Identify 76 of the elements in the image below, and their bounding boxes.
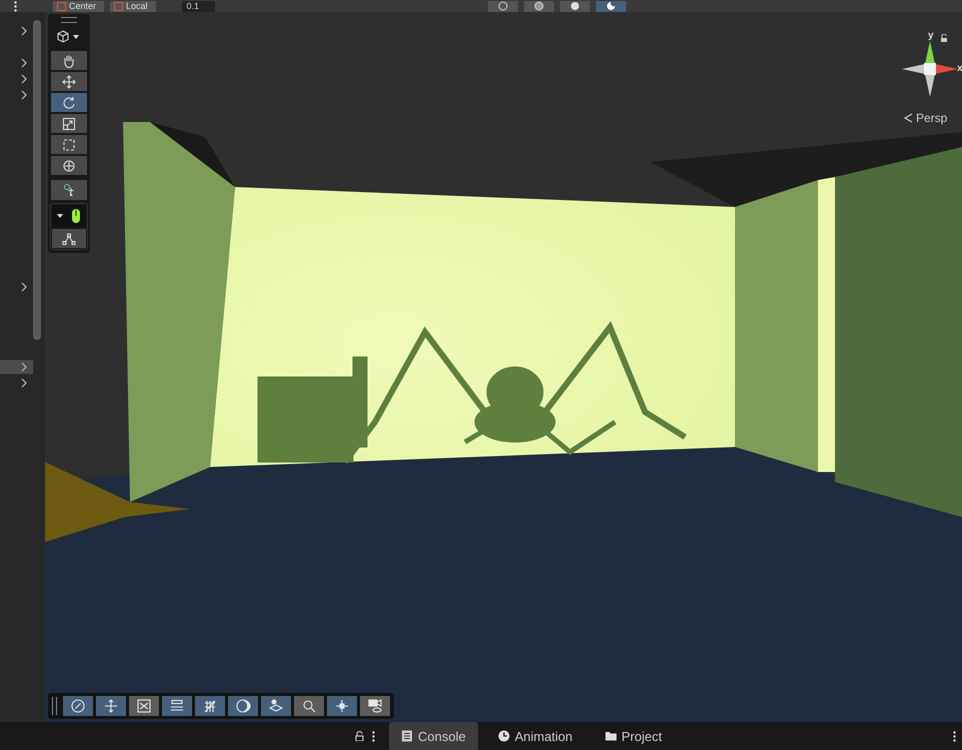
crescent-icon — [606, 1, 616, 11]
chevron-icon[interactable] — [20, 362, 28, 372]
chevron-icon[interactable] — [20, 90, 28, 100]
move-arrows-icon — [103, 699, 119, 713]
lock-icon[interactable] — [940, 34, 948, 42]
hand-tool-button[interactable] — [51, 51, 87, 70]
projection-label[interactable]: Persp — [916, 111, 948, 125]
cube-icon[interactable] — [57, 30, 81, 44]
hierarchy-row[interactable] — [0, 360, 33, 374]
y-axis-label: y — [928, 30, 934, 41]
scale-toggle-button[interactable] — [129, 696, 159, 716]
search-toggle-button[interactable] — [294, 696, 324, 716]
more-icon[interactable] — [953, 730, 956, 742]
moon-icon — [235, 699, 251, 713]
pivot-rotation-button[interactable]: Local — [110, 0, 156, 12]
move-toggle-button[interactable] — [96, 696, 126, 716]
path-tool-button[interactable] — [52, 229, 86, 248]
crosshair-icon — [62, 158, 76, 172]
transform-tool-button[interactable] — [51, 156, 87, 175]
shading-mode-button[interactable] — [596, 0, 626, 12]
move-arrows-icon — [62, 74, 76, 88]
layers-toggle-button[interactable] — [261, 696, 291, 716]
mouse-icon — [55, 208, 83, 224]
shading-mode-button[interactable] — [524, 0, 554, 12]
custom-tool-button[interactable] — [51, 180, 87, 200]
chevron-icon[interactable] — [20, 378, 28, 388]
shading-mode-button[interactable] — [560, 0, 590, 12]
rect-tool-button[interactable] — [51, 135, 87, 154]
rect-icon — [62, 138, 76, 152]
more-icon[interactable] — [372, 730, 375, 742]
scale-icon — [62, 116, 76, 130]
lock-icon[interactable] — [355, 731, 364, 741]
snap-field[interactable]: 0.1 — [182, 0, 216, 12]
panel-tab[interactable]: Console — [389, 722, 478, 750]
document-icon — [401, 730, 413, 742]
camera-icon — [367, 699, 383, 713]
shaded-circle-icon — [534, 1, 544, 11]
compass-toggle-button[interactable] — [63, 696, 93, 716]
moon-toggle-button[interactable] — [228, 696, 258, 716]
path-icon — [62, 232, 76, 244]
panel-tab[interactable]: Animation — [486, 722, 585, 750]
compass-icon — [70, 699, 86, 713]
more-icon[interactable] — [14, 0, 17, 12]
panel-tab[interactable]: Project — [592, 722, 674, 750]
chevron-icon[interactable] — [20, 58, 28, 68]
scale-tool-button[interactable] — [51, 114, 87, 133]
folder-icon — [604, 730, 617, 742]
custom-tool-icon — [62, 183, 76, 197]
move-tool-button[interactable] — [51, 72, 87, 91]
sliders-icon — [169, 699, 185, 713]
scale-icon — [136, 699, 152, 713]
chevron-icon[interactable] — [20, 282, 28, 292]
nodes-icon — [334, 699, 350, 713]
camera-toggle-button[interactable] — [360, 696, 390, 716]
hand-icon — [62, 54, 76, 68]
pivot-mode-button[interactable]: Center — [53, 0, 104, 12]
chevron-icon[interactable] — [20, 74, 28, 84]
angle-bracket-icon — [904, 113, 913, 123]
axis-gizmo-icon[interactable] — [900, 39, 960, 99]
sliders-toggle-button[interactable] — [162, 696, 192, 716]
rotate-arrows-icon — [62, 96, 76, 110]
rotate-tool-button[interactable] — [51, 93, 87, 112]
chevron-icon[interactable] — [20, 26, 28, 36]
layers-icon — [268, 699, 284, 713]
clock-icon — [498, 730, 510, 742]
drag-handle-icon[interactable] — [52, 697, 57, 715]
shading-mode-button[interactable] — [488, 0, 518, 12]
scrollbar[interactable] — [33, 20, 41, 340]
search-icon — [301, 699, 317, 713]
filled-circle-icon — [570, 1, 580, 11]
drag-handle-icon[interactable] — [61, 17, 77, 23]
wireframe-circle-icon — [498, 1, 508, 11]
nodes-toggle-button[interactable] — [327, 696, 357, 716]
view-tool-button[interactable] — [52, 205, 86, 227]
grid-icon — [202, 699, 218, 713]
grid-toggle-button[interactable] — [195, 696, 225, 716]
